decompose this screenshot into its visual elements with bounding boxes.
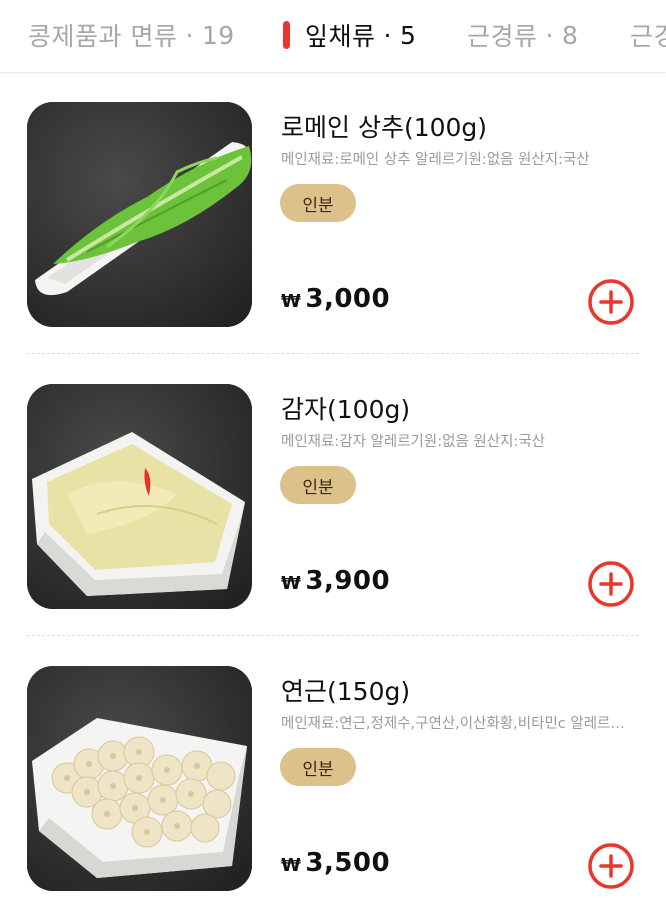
menu-item[interactable]: 감자(100g) 메인재료:감자 알레르기원:없음 원산지:국산 인분 ₩3,9… <box>0 354 666 636</box>
plus-circle-icon <box>588 279 634 325</box>
tab-count: 5 <box>399 20 417 50</box>
currency-symbol: ₩ <box>281 291 302 312</box>
item-price: ₩3,000 <box>281 284 390 314</box>
item-image-romaine-lettuce <box>27 102 252 327</box>
item-description: 메인재료:연근,정제수,구연산,이산화황,비타민c 알레르기원:없음 원산지:국… <box>281 716 631 732</box>
menu-item[interactable]: 연근(150g) 메인재료:연근,정제수,구연산,이산화황,비타민c 알레르기원… <box>0 636 666 918</box>
plus-circle-icon <box>588 843 634 889</box>
price-value: 3,000 <box>305 284 391 314</box>
currency-symbol: ₩ <box>281 573 302 594</box>
item-description: 메인재료:로메인 상추 알레르기원:없음 원산지:국산 <box>281 152 590 168</box>
tab-bean-noodle[interactable]: 콩제품과 면류 · 19 <box>28 0 235 70</box>
tab-count: 8 <box>561 20 579 50</box>
price-value: 3,900 <box>305 566 391 596</box>
tab-separator: · <box>185 20 194 50</box>
tab-label: 콩제품과 면류 <box>28 22 178 51</box>
tab-count: 19 <box>201 20 235 50</box>
item-description: 메인재료:감자 알레르기원:없음 원산지:국산 <box>281 434 545 450</box>
currency-symbol: ₩ <box>281 855 302 876</box>
portion-badge: 인분 <box>280 748 356 786</box>
active-tab-marker <box>283 21 290 49</box>
item-name: 감자(100g) <box>281 395 411 424</box>
price-value: 3,500 <box>305 848 391 878</box>
tab-label: 근경류 <box>467 22 538 51</box>
item-name: 연근(150g) <box>281 677 411 706</box>
tab-separator: · <box>383 20 392 50</box>
tab-label: 잎채류 <box>305 22 376 51</box>
item-image-lotus-root <box>27 666 252 891</box>
portion-badge: 인분 <box>280 184 356 222</box>
item-image-sliced-potato <box>27 384 252 609</box>
item-name: 로메인 상추(100g) <box>281 113 488 142</box>
tab-label: 근경 <box>630 22 666 51</box>
portion-badge: 인분 <box>280 466 356 504</box>
tab-partial[interactable]: 근경 <box>630 0 666 70</box>
plus-circle-icon <box>588 561 634 607</box>
item-price: ₩3,500 <box>281 848 390 878</box>
item-price: ₩3,900 <box>281 566 390 596</box>
tab-separator: · <box>545 20 554 50</box>
category-tab-bar: 콩제품과 면류 · 19 잎채류 · 5 근경류 · 8 근경 <box>0 0 666 73</box>
menu-item[interactable]: 로메인 상추(100g) 메인재료:로메인 상추 알레르기원:없음 원산지:국산… <box>0 72 666 354</box>
tab-leafy-vegetables[interactable]: 잎채류 · 5 <box>283 0 416 70</box>
add-to-cart-button[interactable] <box>586 841 636 891</box>
add-to-cart-button[interactable] <box>586 277 636 327</box>
add-to-cart-button[interactable] <box>586 559 636 609</box>
tab-root-vegetables[interactable]: 근경류 · 8 <box>467 0 578 70</box>
